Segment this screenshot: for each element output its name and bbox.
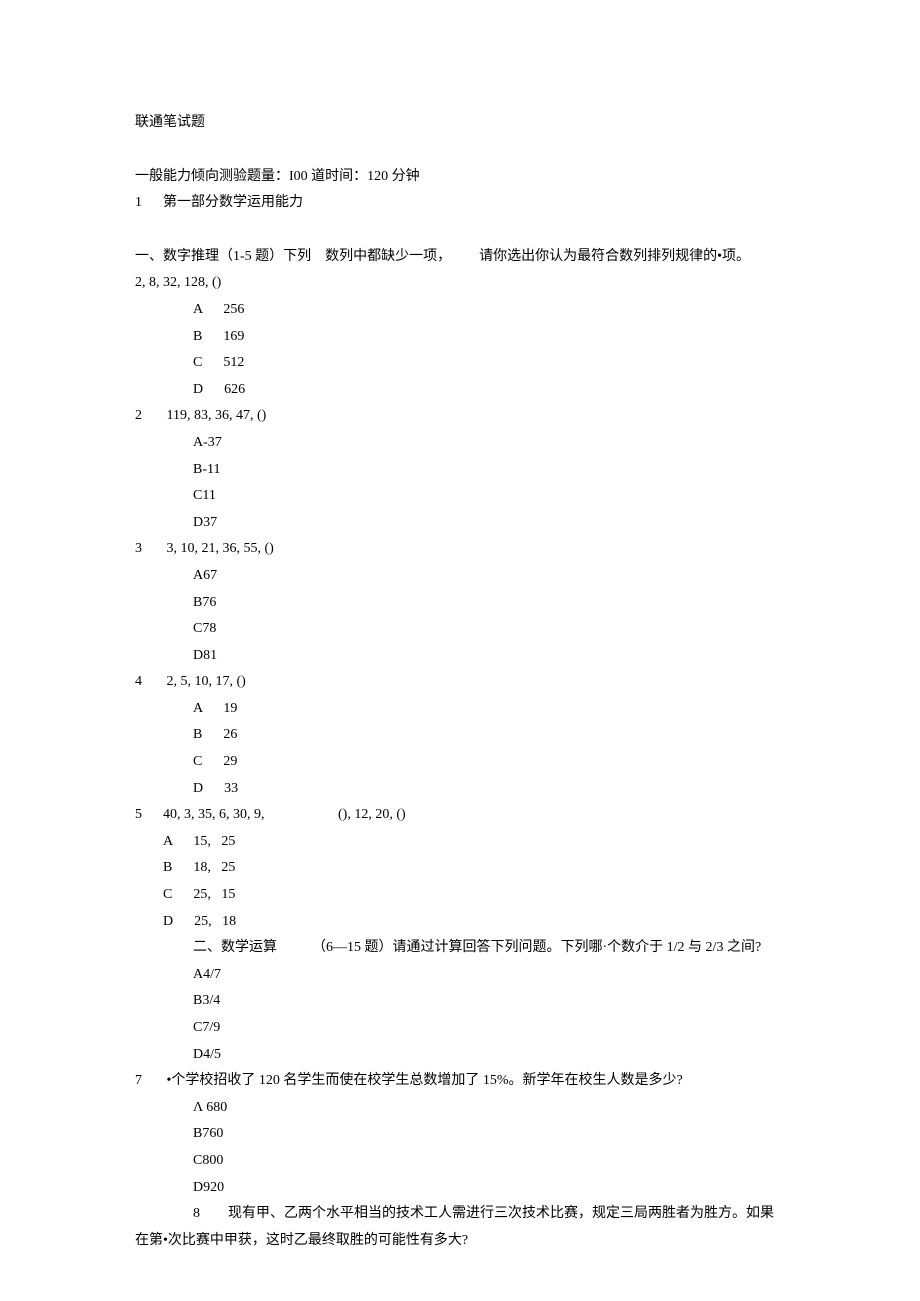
q1-option-d: D 626 <box>135 377 785 404</box>
q5-option-c: C 25, 15 <box>135 882 785 909</box>
q4-option-b: B 26 <box>135 722 785 749</box>
q6-option-d: D4/5 <box>135 1042 785 1069</box>
q4-option-c: C 29 <box>135 749 785 776</box>
q2-option-c: C11 <box>135 483 785 510</box>
q5-stem: 5 40, 3, 35, 6, 30, 9, (), 12, 20, () <box>135 802 785 829</box>
q6-option-a: A4/7 <box>135 962 785 989</box>
document-page: 联通笔试题 一般能力倾向测验题量：I00 道时间：120 分钟 1 第一部分数学… <box>0 0 920 1301</box>
section2-header: 二、数学运算 （6—15 题）请通过计算回答下列问题。下列哪·个数介于 1/2 … <box>135 935 785 962</box>
intro-line: 一般能力倾向测验题量：I00 道时间：120 分钟 <box>135 164 785 191</box>
q3-option-b: B76 <box>135 590 785 617</box>
q3-stem: 3 3, 10, 21, 36, 55, () <box>135 536 785 563</box>
q3-option-d: D81 <box>135 643 785 670</box>
q2-option-d: D37 <box>135 510 785 537</box>
q5-option-d: D 25, 18 <box>135 909 785 936</box>
q2-option-a: A-37 <box>135 430 785 457</box>
q1-stem: 2, 8, 32, 128, () <box>135 270 785 297</box>
q3-option-a: A67 <box>135 563 785 590</box>
q4-option-d: D 33 <box>135 776 785 803</box>
q7-option-b: B760 <box>135 1121 785 1148</box>
q8-stem-line1: 8 现有甲、乙两个水平相当的技术工人需进行三次技术比赛，规定三局两胜者为胜方。如… <box>135 1201 785 1228</box>
q7-stem: 7 •个学校招收了 120 名学生而使在校学生总数增加了 15%。新学年在校生人… <box>135 1068 785 1095</box>
q7-option-a: Λ 680 <box>135 1095 785 1122</box>
q8-stem-line2: 在第•次比赛中甲获，这时乙最终取胜的可能性有多大? <box>135 1228 785 1255</box>
q1-option-b: B 169 <box>135 324 785 351</box>
q3-option-c: C78 <box>135 616 785 643</box>
q1-option-a: A 256 <box>135 297 785 324</box>
q6-option-b: B3/4 <box>135 988 785 1015</box>
section1-header: 一、数字推理（1-5 题）下列 数列中都缺少一项， 请你选出你认为最符合数列排列… <box>135 244 785 271</box>
q7-option-c: C800 <box>135 1148 785 1175</box>
q7-option-d: D920 <box>135 1175 785 1202</box>
part1-heading: 1 第一部分数学运用能力 <box>135 190 785 217</box>
doc-title: 联通笔试题 <box>135 110 785 137</box>
q2-option-b: B-11 <box>135 457 785 484</box>
spacer <box>135 137 785 164</box>
q6-option-c: C7/9 <box>135 1015 785 1042</box>
spacer <box>135 217 785 244</box>
q1-option-c: C 512 <box>135 350 785 377</box>
q2-stem: 2 119, 83, 36, 47, () <box>135 403 785 430</box>
q4-stem: 4 2, 5, 10, 17, () <box>135 669 785 696</box>
q5-option-b: B 18, 25 <box>135 855 785 882</box>
q4-option-a: A 19 <box>135 696 785 723</box>
q5-option-a: A 15, 25 <box>135 829 785 856</box>
